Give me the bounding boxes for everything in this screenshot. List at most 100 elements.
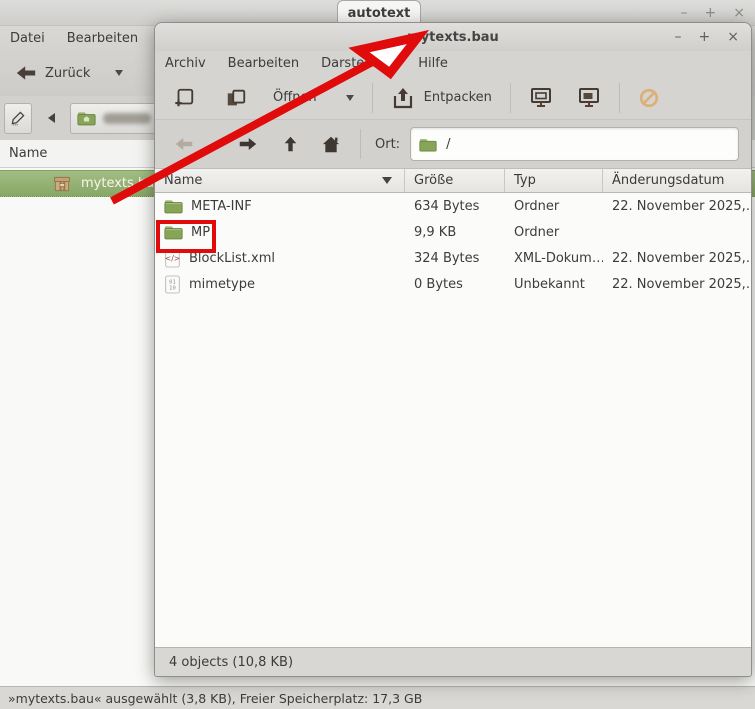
column-date-label: Änderungsdatum — [612, 173, 724, 188]
toolbar-separator — [619, 83, 620, 113]
delete-icon — [225, 87, 247, 109]
display-files-icon — [577, 86, 601, 110]
nav-up-icon[interactable] — [283, 136, 298, 152]
file-type: Unbekannt — [505, 271, 603, 297]
nav-back-icon[interactable] — [175, 137, 193, 151]
extract-button[interactable]: Entpacken — [385, 82, 498, 114]
fw-statusbar: 4 objects (10,8 KB) — [155, 647, 751, 676]
archive-file-list: Name Größe Typ Änderungsdatum META-INF 6… — [155, 168, 751, 649]
menu-bearbeiten[interactable]: Bearbeiten — [67, 31, 138, 46]
folder-icon — [164, 224, 183, 240]
maximize-icon[interactable]: + — [699, 30, 711, 44]
binary-file-icon: 01 10 — [164, 275, 181, 294]
extract-icon — [391, 86, 415, 110]
add-files-icon — [173, 87, 195, 109]
table-row-meta-inf[interactable]: META-INF 634 Bytes Ordner 22. November 2… — [155, 193, 751, 219]
prohibition-icon — [638, 87, 660, 109]
folder-icon — [164, 198, 183, 214]
archive-manager-window: mytexts.bau – + × Archiv Bearbeiten Dars… — [154, 22, 752, 677]
fw-navbar: Ort: / — [155, 120, 751, 168]
file-name: BlockList.xml — [189, 251, 275, 266]
column-type-label: Typ — [514, 173, 536, 188]
file-name: MP — [191, 225, 210, 240]
close-icon[interactable]: × — [727, 30, 739, 44]
view-as-folder-button[interactable] — [523, 82, 559, 114]
file-size: 324 Bytes — [405, 245, 505, 271]
column-header-date[interactable]: Änderungsdatum — [603, 169, 751, 192]
folder-icon — [419, 137, 437, 152]
location-value: / — [446, 137, 450, 152]
table-row-blocklist[interactable]: </> BlockList.xml 324 Bytes XML-Dokum… 2… — [155, 245, 751, 271]
file-date — [603, 219, 751, 245]
edit-location-button[interactable] — [4, 103, 32, 134]
fw-titlebar[interactable]: mytexts.bau — [155, 23, 751, 51]
fw-toolbar: Öffnen Entpacken — [155, 76, 751, 120]
breadcrumb-label-blurred — [103, 113, 151, 124]
bg-statusbar: »mytexts.bau« ausgewählt (3,8 KB), Freie… — [0, 686, 755, 709]
column-header-type[interactable]: Typ — [505, 169, 603, 192]
column-name-label: Name — [164, 173, 202, 188]
back-button[interactable]: Zurück — [8, 59, 131, 87]
minimize-icon[interactable]: – — [675, 30, 682, 44]
column-header-size[interactable]: Größe — [405, 169, 505, 192]
toolbar-separator — [372, 83, 373, 113]
location-label: Ort: — [375, 137, 400, 152]
stop-button[interactable] — [632, 83, 666, 113]
nav-forward-icon[interactable] — [239, 137, 257, 151]
svg-text:</>: </> — [165, 254, 180, 263]
view-all-files-button[interactable] — [571, 82, 607, 114]
pencil-icon — [10, 110, 26, 126]
selected-file-label: mytexts.bau — [81, 176, 162, 191]
open-button[interactable]: Öffnen — [267, 86, 360, 109]
back-button-label: Zurück — [45, 66, 90, 81]
back-dropdown-icon — [115, 70, 123, 76]
archive-file-icon — [52, 174, 72, 194]
display-window-icon — [529, 86, 553, 110]
close-icon[interactable]: × — [733, 6, 745, 20]
toolbar-separator — [510, 83, 511, 113]
menu-datei[interactable]: Datei — [10, 31, 45, 46]
bg-status-text: »mytexts.bau« ausgewählt (3,8 KB), Freie… — [8, 691, 422, 706]
sort-descending-icon — [382, 177, 392, 184]
extract-button-label: Entpacken — [424, 90, 492, 105]
file-name: mimetype — [189, 277, 255, 292]
nav-separator — [360, 129, 361, 159]
file-date: 22. November 2025,… — [603, 193, 751, 219]
file-size: 634 Bytes — [405, 193, 505, 219]
delete-button[interactable] — [219, 83, 253, 113]
svg-text:01: 01 — [169, 279, 176, 285]
back-arrow-icon — [16, 65, 36, 81]
fw-window-title: mytexts.bau — [407, 30, 499, 45]
file-date: 22. November 2025,… — [603, 271, 751, 297]
home-folder-icon — [77, 110, 96, 126]
open-dropdown-icon — [346, 95, 354, 101]
svg-text:10: 10 — [169, 285, 176, 291]
file-size: 0 Bytes — [405, 271, 505, 297]
minimize-icon[interactable]: – — [681, 6, 688, 20]
home-breadcrumb-button[interactable] — [70, 103, 162, 134]
nav-home-icon[interactable] — [322, 136, 340, 153]
fw-status-text: 4 objects (10,8 KB) — [169, 655, 293, 670]
bg-column-name: Name — [9, 146, 47, 161]
file-size: 9,9 KB — [405, 219, 505, 245]
bg-window-title-label: autotext — [348, 6, 411, 21]
open-button-label: Öffnen — [273, 90, 317, 105]
menu-bearbeiten[interactable]: Bearbeiten — [228, 56, 299, 71]
file-date: 22. November 2025,… — [603, 245, 751, 271]
table-row-mimetype[interactable]: 01 10 mimetype 0 Bytes Unbekannt 22. Nov… — [155, 271, 751, 297]
file-type: Ordner — [505, 219, 603, 245]
fw-menubar: Archiv Bearbeiten Darstellung Hilfe — [155, 51, 751, 76]
table-row-mp[interactable]: MP 9,9 KB Ordner — [155, 219, 751, 245]
menu-archiv[interactable]: Archiv — [165, 56, 206, 71]
location-input[interactable]: / — [410, 127, 739, 161]
collapse-path-button[interactable] — [42, 108, 60, 128]
xml-file-icon: </> — [164, 249, 181, 268]
maximize-icon[interactable]: + — [705, 6, 717, 20]
add-files-button[interactable] — [167, 83, 201, 113]
menu-hilfe[interactable]: Hilfe — [418, 56, 448, 71]
list-header: Name Größe Typ Änderungsdatum — [155, 168, 751, 193]
file-type: XML-Dokum… — [505, 245, 603, 271]
file-type: Ordner — [505, 193, 603, 219]
menu-darstellung[interactable]: Darstellung — [321, 56, 396, 71]
column-header-name[interactable]: Name — [155, 169, 405, 192]
